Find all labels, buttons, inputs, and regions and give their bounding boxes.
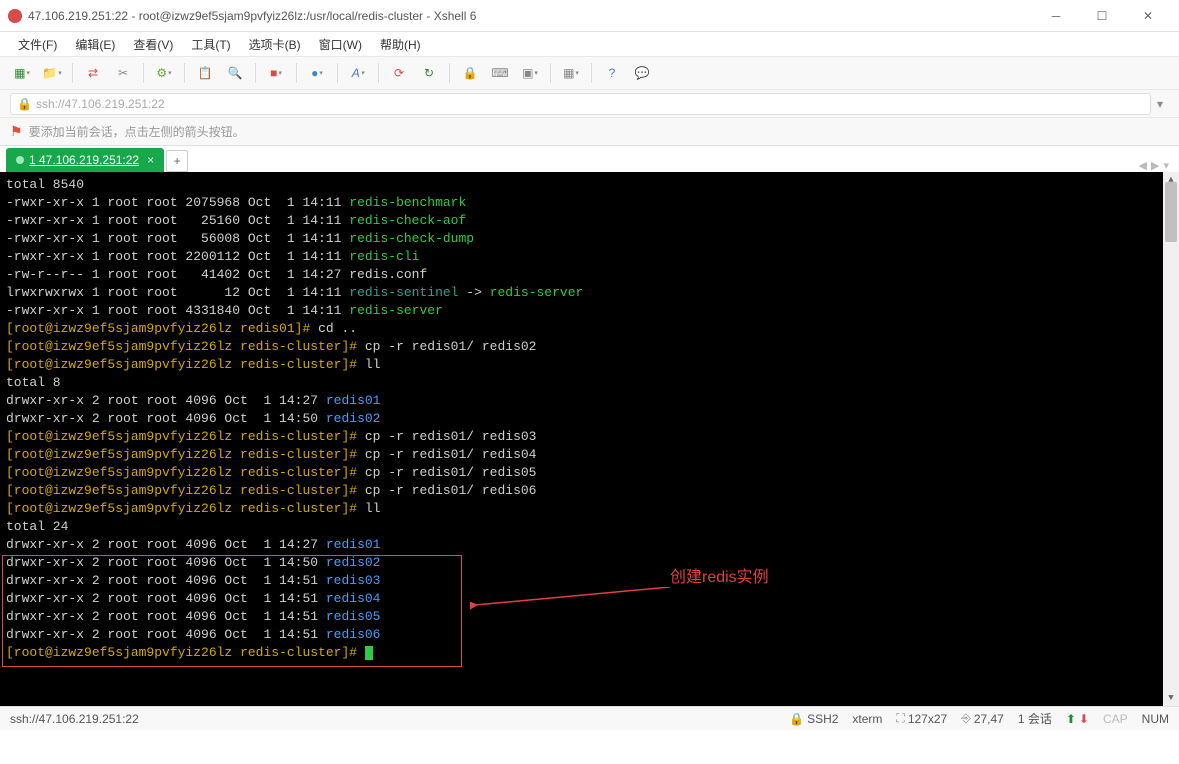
status-size: ⛶ 127x27 [896,711,947,726]
screenshot-button[interactable]: ▣ [516,59,544,87]
status-updown: ⬆ ⬇ [1066,712,1089,726]
terminal-cursor [365,646,373,660]
help-button[interactable]: ? [598,59,626,87]
maximize-button[interactable]: ☐ [1079,0,1125,32]
menu-file[interactable]: 文件(F) [10,34,65,55]
addressbar: 🔒 ssh://47.106.219.251:22 ▾ [0,90,1179,118]
status-pos: ⎆ 27,47 [961,711,1004,726]
terminal-line: drwxr-xr-x 2 root root 4096 Oct 1 14:27 … [6,392,1173,410]
menu-view[interactable]: 查看(V) [125,34,181,55]
tabbar: 1 47.106.219.251:22 × + ◀ ▶ ▾ [0,146,1179,172]
window-titlebar: 47.106.219.251:22 - root@izwz9ef5sjam9pv… [0,0,1179,32]
terminal-line: -rwxr-xr-x 1 root root 56008 Oct 1 14:11… [6,230,1173,248]
terminal-line: drwxr-xr-x 2 root root 4096 Oct 1 14:27 … [6,536,1173,554]
terminal-line: total 8540 [6,176,1173,194]
terminal-line: [root@izwz9ef5sjam9pvfyiz26lz redis-clus… [6,338,1173,356]
properties-button[interactable]: ⚙ [150,59,178,87]
menu-window[interactable]: 窗口(W) [311,34,370,55]
terminal-line: -rwxr-xr-x 1 root root 2075968 Oct 1 14:… [6,194,1173,212]
close-button[interactable]: ✕ [1125,0,1171,32]
status-sessions: 1 会话 [1018,710,1052,727]
search-button[interactable]: 🔍 [221,59,249,87]
address-value: ssh://47.106.219.251:22 [36,97,165,111]
toolbar: ▦ 📁 ⇄ ✂ ⚙ 📋 🔍 ■ ● A ⟳ ↻ 🔒 ⌨ ▣ ▦ ? 💬 [0,56,1179,90]
statusbar: ssh://47.106.219.251:22 🔒SSH2 xterm ⛶ 12… [0,706,1179,730]
terminal[interactable]: total 8540-rwxr-xr-x 1 root root 2075968… [0,172,1179,706]
terminal-line: total 24 [6,518,1173,536]
terminal-line: drwxr-xr-x 2 root root 4096 Oct 1 14:51 … [6,608,1173,626]
hintbar: ⚑ 要添加当前会话，点击左侧的箭头按钮。 [0,118,1179,146]
disconnect-button[interactable]: ✂ [109,59,137,87]
menu-help[interactable]: 帮助(H) [372,34,429,55]
globe-button[interactable]: ● [303,59,331,87]
layout-button[interactable]: ▦ [557,59,585,87]
status-term: xterm [852,712,882,726]
terminal-line: drwxr-xr-x 2 root root 4096 Oct 1 14:50 … [6,410,1173,428]
terminal-line: drwxr-xr-x 2 root root 4096 Oct 1 14:51 … [6,572,1173,590]
menu-tools[interactable]: 工具(T) [183,34,238,55]
color-button[interactable]: ■ [262,59,290,87]
tab-label: 1 47.106.219.251:22 [29,153,139,167]
tab-nav-dropdown[interactable]: ▾ [1163,159,1169,172]
status-address: ssh://47.106.219.251:22 [10,712,139,726]
tab-close-icon[interactable]: × [147,153,154,167]
app-icon [8,9,22,23]
address-input[interactable]: 🔒 ssh://47.106.219.251:22 [10,93,1151,115]
terminal-line: [root@izwz9ef5sjam9pvfyiz26lz redis-clus… [6,356,1173,374]
terminal-line: total 8 [6,374,1173,392]
scroll-down-icon[interactable]: ▼ [1163,690,1179,706]
lock-button[interactable]: 🔒 [456,59,484,87]
terminal-line: -rwxr-xr-x 1 root root 4331840 Oct 1 14:… [6,302,1173,320]
status-ssh: 🔒SSH2 [789,712,838,726]
terminal-line: drwxr-xr-x 2 root root 4096 Oct 1 14:50 … [6,554,1173,572]
address-dropdown[interactable]: ▾ [1151,97,1169,111]
terminal-line: -rw-r--r-- 1 root root 41402 Oct 1 14:27… [6,266,1173,284]
hint-text: 要添加当前会话，点击左侧的箭头按钮。 [29,123,245,140]
session-tab[interactable]: 1 47.106.219.251:22 × [6,148,164,172]
scroll-thumb[interactable] [1165,182,1177,242]
menu-tabs[interactable]: 选项卡(B) [241,34,309,55]
terminal-line: drwxr-xr-x 2 root root 4096 Oct 1 14:51 … [6,626,1173,644]
terminal-scrollbar[interactable]: ▲ ▼ [1163,172,1179,706]
minimize-button[interactable]: ─ [1033,0,1079,32]
reconnect-button[interactable]: ⇄ [79,59,107,87]
terminal-line: [root@izwz9ef5sjam9pvfyiz26lz redis-clus… [6,500,1173,518]
terminal-line: [root@izwz9ef5sjam9pvfyiz26lz redis-clus… [6,464,1173,482]
copy-button[interactable]: 📋 [191,59,219,87]
terminal-line: drwxr-xr-x 2 root root 4096 Oct 1 14:51 … [6,590,1173,608]
terminal-line: lrwxrwxrwx 1 root root 12 Oct 1 14:11 re… [6,284,1173,302]
terminal-line: -rwxr-xr-x 1 root root 25160 Oct 1 14:11… [6,212,1173,230]
tab-nav-left[interactable]: ◀ [1139,159,1147,172]
refresh-button[interactable]: ↻ [415,59,443,87]
lock-icon: 🔒 [17,97,32,111]
window-title: 47.106.219.251:22 - root@izwz9ef5sjam9pv… [28,9,1033,23]
terminal-line: [root@izwz9ef5sjam9pvfyiz26lz redis01]# … [6,320,1173,338]
terminal-line: [root@izwz9ef5sjam9pvfyiz26lz redis-clus… [6,482,1173,500]
flag-icon: ⚑ [10,123,23,140]
xftp-button[interactable]: ⟳ [385,59,413,87]
new-session-button[interactable]: ▦ [8,59,36,87]
menubar: 文件(F) 编辑(E) 查看(V) 工具(T) 选项卡(B) 窗口(W) 帮助(… [0,32,1179,56]
keyboard-button[interactable]: ⌨ [486,59,514,87]
terminal-line: [root@izwz9ef5sjam9pvfyiz26lz redis-clus… [6,644,1173,662]
terminal-line: [root@izwz9ef5sjam9pvfyiz26lz redis-clus… [6,446,1173,464]
tab-status-icon [16,156,24,164]
status-num: NUM [1142,712,1169,726]
status-cap: CAP [1103,712,1128,726]
tab-add-button[interactable]: + [166,150,188,172]
terminal-line: -rwxr-xr-x 1 root root 2200112 Oct 1 14:… [6,248,1173,266]
menu-edit[interactable]: 编辑(E) [67,34,123,55]
tab-nav-right[interactable]: ▶ [1151,159,1159,172]
open-button[interactable]: 📁 [38,59,66,87]
terminal-line: [root@izwz9ef5sjam9pvfyiz26lz redis-clus… [6,428,1173,446]
chat-button[interactable]: 💬 [628,59,656,87]
font-button[interactable]: A [344,59,372,87]
